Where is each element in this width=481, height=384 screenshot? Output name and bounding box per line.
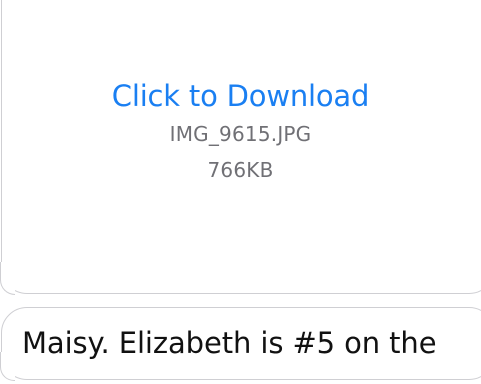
attachment-message-bubble[interactable] (1, 0, 481, 294)
message-text: Maisy. Elizabeth is #5 on the (22, 326, 437, 360)
attachment-file-name: IMG_9615.JPG (169, 122, 312, 146)
attachment-bubble-tail (0, 262, 15, 295)
text-bubble-tail (0, 352, 15, 381)
conversation-view: Click to Download IMG_9615.JPG 766KB Mai… (0, 0, 481, 384)
download-link[interactable]: Click to Download (0, 78, 481, 114)
attachment-file-size: 766KB (207, 158, 274, 182)
